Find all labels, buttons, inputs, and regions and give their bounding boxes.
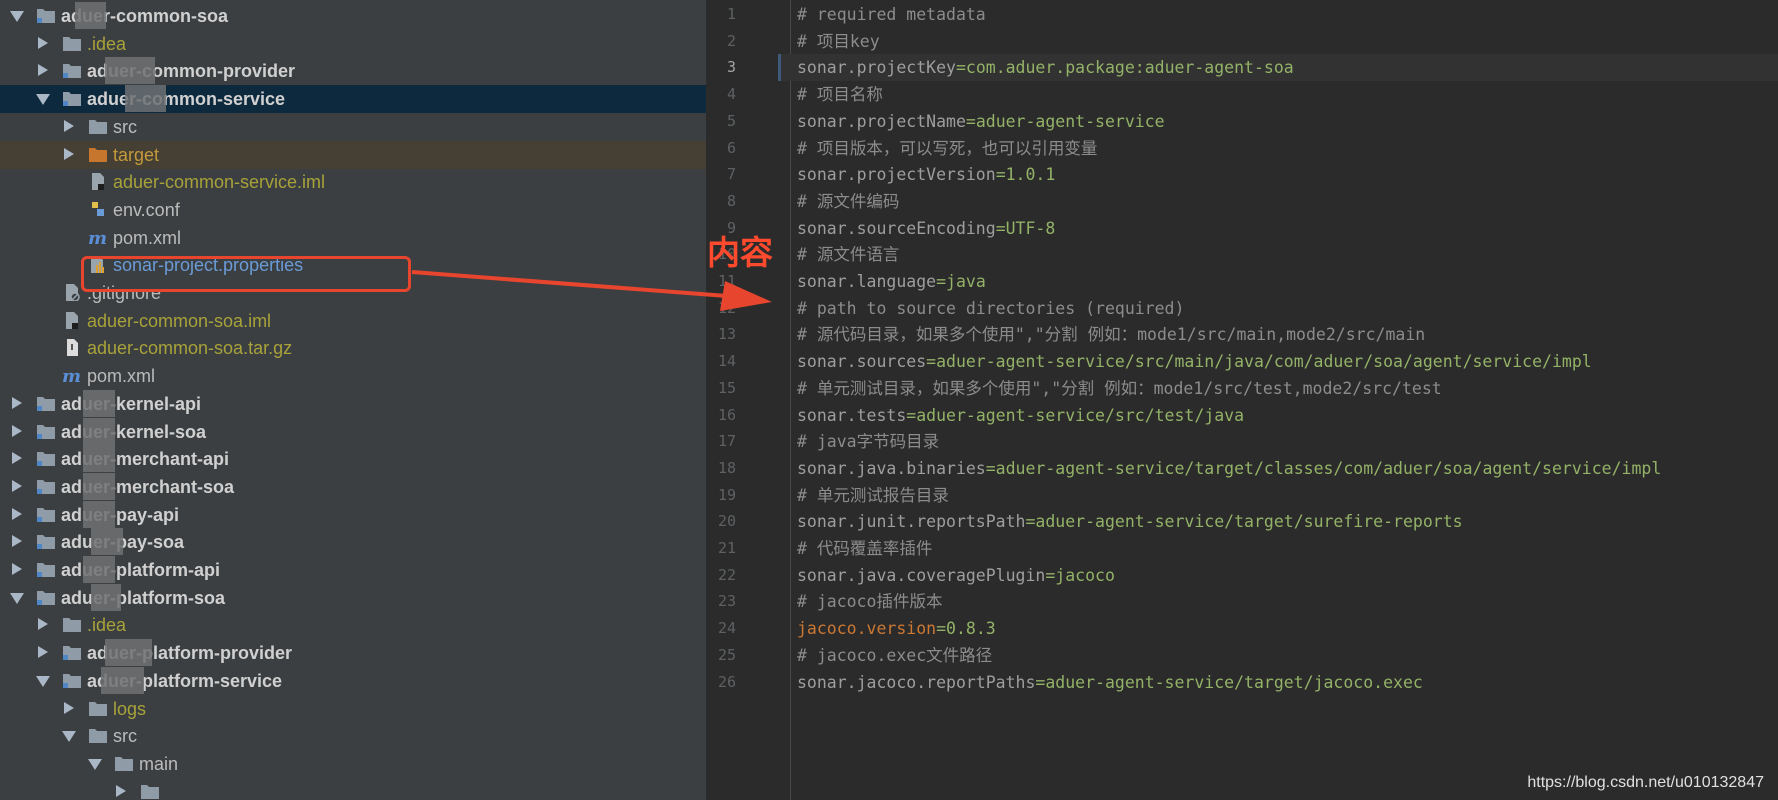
annotation-arrow [411, 270, 772, 311]
annotation-note: 内容 [707, 233, 773, 272]
watermark: https://blog.csdn.net/u010132847 [1527, 774, 1764, 791]
